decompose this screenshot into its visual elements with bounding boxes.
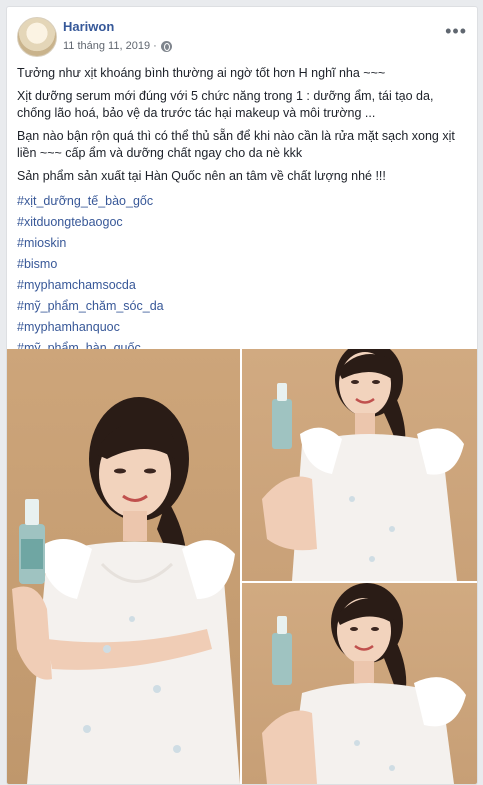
post-card: Hariwon 11 tháng 11, 2019 · ••• Tưởng nh… [6,6,478,785]
post-photo-main[interactable] [7,349,240,784]
photo-grid [7,349,477,784]
post-body: Tưởng như xịt khoáng bình thường ai ngờ … [17,65,469,359]
post-paragraph: Sản phẩm sản xuất tại Hàn Quốc nên an tâ… [17,169,386,183]
post-timestamp[interactable]: 11 tháng 11, 2019 · [63,40,157,52]
author-name[interactable]: Hariwon [63,19,114,34]
hashtag-link[interactable]: #myphamchamsocda [17,275,469,296]
author-avatar[interactable] [17,17,57,57]
post-paragraph: Bạn nào bận rộn quá thì có thể thủ sẵn đ… [17,129,455,160]
post-meta: 11 tháng 11, 2019 · [63,40,172,52]
hashtag-link[interactable]: #mỹ_phẩm_chăm_sóc_da [17,296,469,317]
model-illustration [262,349,464,581]
post-paragraph: Tưởng như xịt khoáng bình thường ai ngờ … [17,66,386,80]
model-illustration [12,397,240,784]
hashtag-link[interactable]: #bismo [17,254,469,275]
more-horizontal-icon[interactable]: ••• [445,21,467,42]
post-photo-2[interactable] [242,349,477,581]
post-paragraph: Xịt dưỡng serum mới đúng với 5 chức năng… [17,89,434,120]
globe-icon[interactable] [160,40,172,52]
hashtag-link[interactable]: #myphamhanquoc [17,317,469,338]
hashtag-link[interactable]: #mioskin [17,233,469,254]
hashtag-link[interactable]: #xitduongtebaogoc [17,212,469,233]
post-header: Hariwon 11 tháng 11, 2019 · ••• [17,17,467,57]
model-illustration [262,583,466,784]
hashtag-list: #xịt_dưỡng_tế_bào_gốc #xitduongtebaogoc … [17,191,469,359]
post-photo-3[interactable] [242,583,477,784]
hashtag-link[interactable]: #xịt_dưỡng_tế_bào_gốc [17,191,469,212]
